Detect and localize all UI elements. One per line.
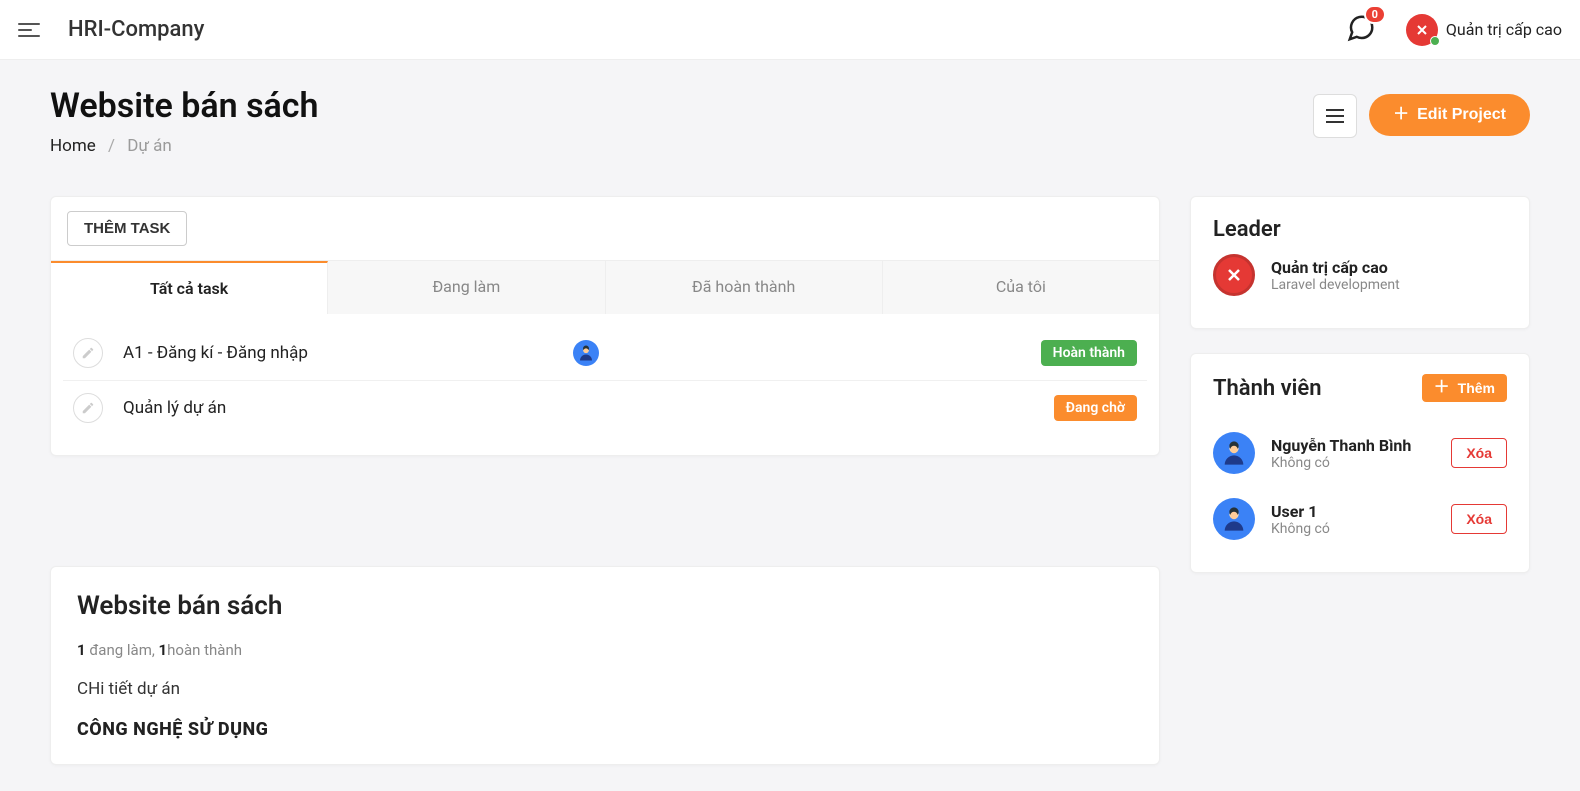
- chat-icon[interactable]: 0: [1346, 13, 1376, 47]
- hamburger-menu-icon[interactable]: [18, 23, 44, 37]
- page-header: Website bán sách Home / Dự án ＋ Edit Pro…: [50, 86, 1530, 156]
- detail-text: CHi tiết dự án: [77, 679, 1133, 699]
- leader-card: Leader Quản trị cấp cao Laravel developm…: [1190, 196, 1530, 329]
- topbar: HRI-Company 0 Quản trị cấp cao: [0, 0, 1580, 60]
- x-circle-icon: [1213, 254, 1255, 296]
- leader-sub: Laravel development: [1271, 277, 1507, 293]
- project-detail-card: Website bán sách 1 đang làm, 1hoàn thành…: [50, 566, 1160, 765]
- member-sub: Không có: [1271, 521, 1435, 537]
- assignee-avatar-icon[interactable]: [573, 340, 599, 366]
- task-list: A1 - Đăng kí - Đăng nhập Hoàn thành Quản l…: [51, 314, 1159, 455]
- stats-sep: ,: [152, 641, 159, 659]
- member-avatar-icon: [1213, 432, 1255, 474]
- task-tabs: Tất cả taskĐang làmĐã hoàn thànhCủa tôi: [51, 260, 1159, 314]
- breadcrumb-home[interactable]: Home: [50, 136, 96, 156]
- member-avatar-icon: [1213, 498, 1255, 540]
- task-row: A1 - Đăng kí - Đăng nhập Hoàn thành: [63, 326, 1147, 381]
- page-title: Website bán sách: [50, 86, 319, 126]
- breadcrumb: Home / Dự án: [50, 136, 319, 156]
- member-row: Nguyễn Thanh BìnhKhông có Xóa: [1213, 420, 1507, 486]
- status-badge: Đang chờ: [1054, 395, 1137, 421]
- edit-project-button[interactable]: ＋ Edit Project: [1369, 94, 1530, 136]
- tab-2[interactable]: Đã hoàn thành: [606, 261, 883, 314]
- doing-label: đang làm: [89, 641, 152, 659]
- tab-1[interactable]: Đang làm: [328, 261, 605, 314]
- detail-stats: 1 đang làm, 1hoàn thành: [77, 641, 1133, 659]
- status-badge: Hoàn thành: [1041, 340, 1137, 366]
- leader-name: Quản trị cấp cao: [1271, 258, 1507, 277]
- breadcrumb-separator: /: [108, 136, 115, 156]
- members-heading: Thành viên: [1213, 376, 1322, 401]
- user-role-label[interactable]: Quản trị cấp cao: [1446, 20, 1562, 39]
- edit-project-label: Edit Project: [1417, 106, 1506, 124]
- member-sub: Không có: [1271, 455, 1435, 471]
- member-list: Nguyễn Thanh BìnhKhông cóXóaUser 1Không …: [1213, 420, 1507, 552]
- member-name: User 1: [1271, 502, 1435, 521]
- detail-title: Website bán sách: [77, 591, 1133, 621]
- done-label: hoàn thành: [167, 641, 242, 659]
- leader-row: Quản trị cấp cao Laravel development: [1213, 242, 1507, 308]
- tab-3[interactable]: Của tôi: [883, 261, 1159, 314]
- delete-member-button[interactable]: Xóa: [1451, 438, 1507, 468]
- tasks-card: THÊM TASK Tất cả taskĐang làmĐã hoàn thà…: [50, 196, 1160, 456]
- user-avatar[interactable]: [1406, 14, 1438, 46]
- detail-tech-heading: CÔNG NGHỆ SỬ DỤNG: [77, 719, 1133, 740]
- hamburger-secondary-icon[interactable]: [1313, 94, 1357, 138]
- add-member-label: Thêm: [1458, 380, 1495, 396]
- task-title[interactable]: A1 - Đăng kí - Đăng nhập: [123, 343, 563, 363]
- leader-heading: Leader: [1213, 217, 1507, 242]
- tab-0[interactable]: Tất cả task: [51, 261, 328, 314]
- member-name: Nguyễn Thanh Bình: [1271, 436, 1435, 455]
- add-task-button[interactable]: THÊM TASK: [67, 211, 187, 246]
- brand-title[interactable]: HRI-Company: [68, 17, 204, 42]
- delete-member-button[interactable]: Xóa: [1451, 504, 1507, 534]
- done-count: 1: [159, 641, 168, 659]
- doing-count: 1: [77, 641, 86, 659]
- chat-badge: 0: [1364, 5, 1386, 24]
- plus-icon: ＋: [1434, 380, 1450, 396]
- edit-task-icon[interactable]: [73, 393, 103, 423]
- task-row: Quản lý dự án Đang chờ: [63, 381, 1147, 435]
- add-member-button[interactable]: ＋ Thêm: [1422, 374, 1507, 402]
- edit-task-icon[interactable]: [73, 338, 103, 368]
- breadcrumb-current: Dự án: [127, 136, 172, 156]
- member-row: User 1Không có Xóa: [1213, 486, 1507, 552]
- task-title[interactable]: Quản lý dự án: [123, 398, 563, 418]
- plus-icon: ＋: [1393, 107, 1409, 123]
- members-card: Thành viên ＋ Thêm Nguyễn Thanh BìnhKhông…: [1190, 353, 1530, 573]
